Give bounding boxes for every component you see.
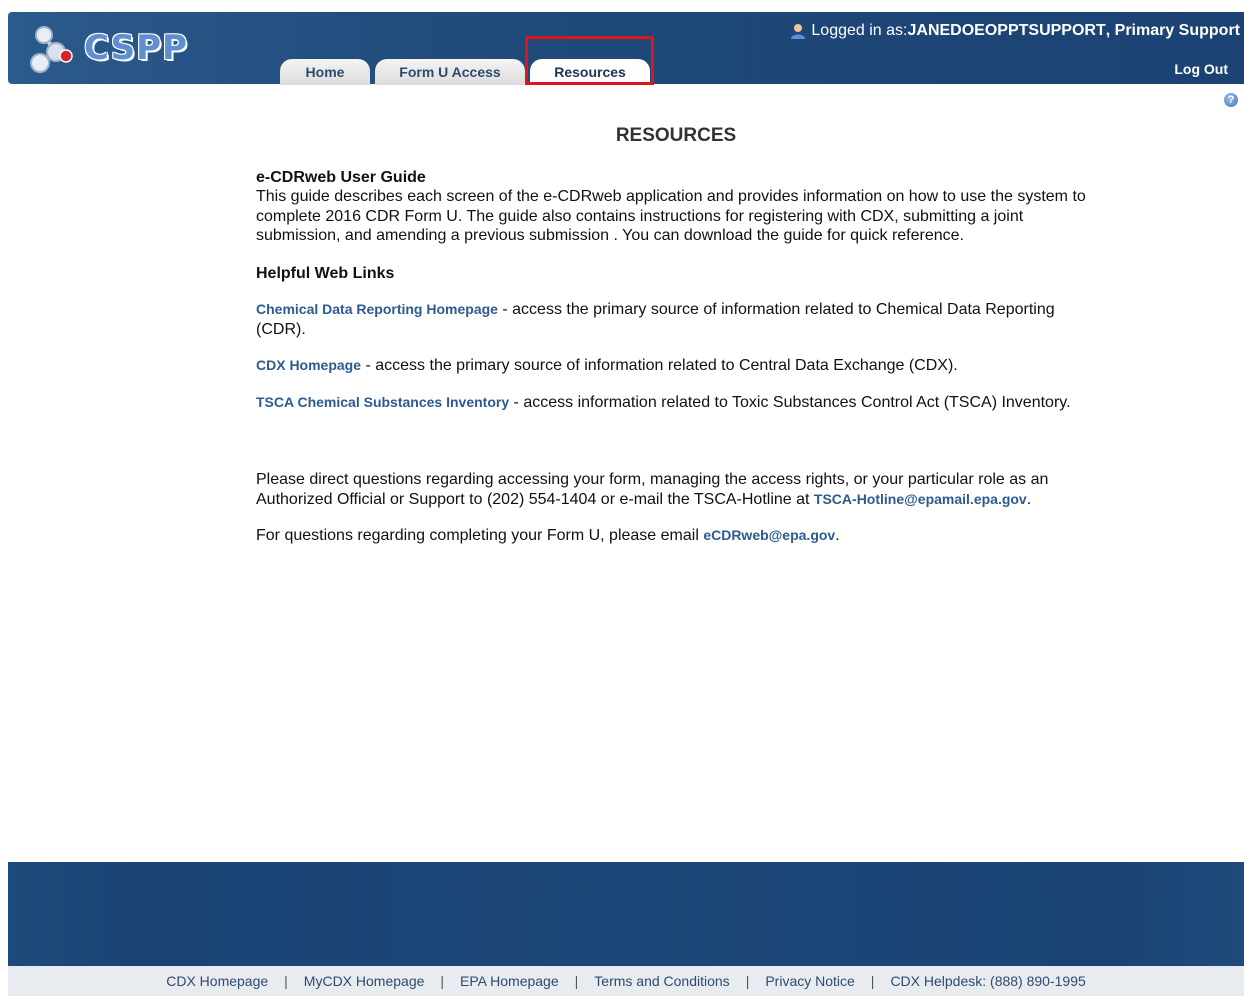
cspp-logo: CSPP: [26, 22, 188, 74]
footer-separator: |: [745, 973, 750, 989]
logo-text: CSPP: [84, 28, 188, 68]
main-tabs: Home Form U Access Resources: [280, 59, 655, 85]
cdx-link-description: - access the primary source of informati…: [361, 357, 958, 374]
page-title: RESOURCES: [615, 125, 737, 146]
user-guide-heading: e-CDRweb User Guide: [256, 168, 426, 186]
login-prefix: Logged in as:: [811, 22, 908, 39]
link-item-cdx: CDX Homepage - access the primary source…: [256, 356, 1096, 376]
link-item-cdr: Chemical Data Reporting Homepage - acces…: [256, 300, 1096, 339]
tsca-hotline-email-link[interactable]: TSCA-Hotline@epamail.epa.gov: [814, 491, 1027, 507]
login-username: JANEDOEOPPTSUPPORT: [907, 22, 1106, 39]
link-item-tsca: TSCA Chemical Substances Inventory - acc…: [256, 393, 1096, 413]
tab-home[interactable]: Home: [280, 59, 370, 85]
user-icon: [789, 23, 807, 39]
tsca-link-description: - access information related to Toxic Su…: [509, 393, 1071, 411]
header-bar: CSPP Logged in as: JANEDOEOPPTSUPPORT , …: [8, 12, 1244, 85]
footer-terms-link[interactable]: Terms and Conditions: [594, 973, 729, 989]
footer-mycdx-homepage-link[interactable]: MyCDX Homepage: [304, 973, 425, 989]
help-icon[interactable]: ?: [1224, 93, 1238, 107]
ecdrweb-email-link[interactable]: eCDRweb@epa.gov: [703, 527, 835, 543]
logout-link[interactable]: Log Out: [1174, 61, 1228, 77]
footer-band: [8, 862, 1244, 966]
login-status: Logged in as: JANEDOEOPPTSUPPORT , Prima…: [789, 22, 1240, 40]
contact-paragraph: Please direct questions regarding access…: [256, 470, 1096, 509]
user-guide-description: This guide describes each screen of the …: [256, 188, 1086, 244]
molecule-icon: [26, 22, 82, 74]
footer-helpdesk: CDX Helpdesk: (888) 890-1995: [890, 973, 1086, 989]
footer-separator: |: [870, 973, 875, 989]
tab-resources[interactable]: Resources: [530, 59, 650, 85]
footer-privacy-link[interactable]: Privacy Notice: [765, 973, 854, 989]
footer-separator: |: [574, 973, 579, 989]
form-questions-text: For questions regarding completing your …: [256, 527, 704, 544]
form-questions-paragraph: For questions regarding completing your …: [256, 526, 1096, 546]
footer-epa-homepage-link[interactable]: EPA Homepage: [460, 973, 559, 989]
form-questions-end: .: [835, 527, 840, 544]
cdr-homepage-link[interactable]: Chemical Data Reporting Homepage: [256, 301, 498, 317]
main-content: RESOURCES e-CDRweb User Guide This guide…: [256, 126, 1096, 546]
footer-separator: |: [440, 973, 445, 989]
footer-links: CDX Homepage | MyCDX Homepage | EPA Home…: [8, 966, 1244, 996]
contact-end: .: [1026, 490, 1032, 508]
footer-separator: |: [284, 973, 288, 989]
cdx-homepage-link[interactable]: CDX Homepage: [256, 357, 361, 373]
helpful-links-heading: Helpful Web Links: [256, 264, 395, 282]
login-role: , Primary Support: [1105, 22, 1240, 39]
tsca-inventory-link[interactable]: TSCA Chemical Substances Inventory: [256, 394, 509, 410]
tab-form-u-access[interactable]: Form U Access: [375, 59, 525, 85]
footer-cdx-homepage-link[interactable]: CDX Homepage: [166, 973, 268, 989]
